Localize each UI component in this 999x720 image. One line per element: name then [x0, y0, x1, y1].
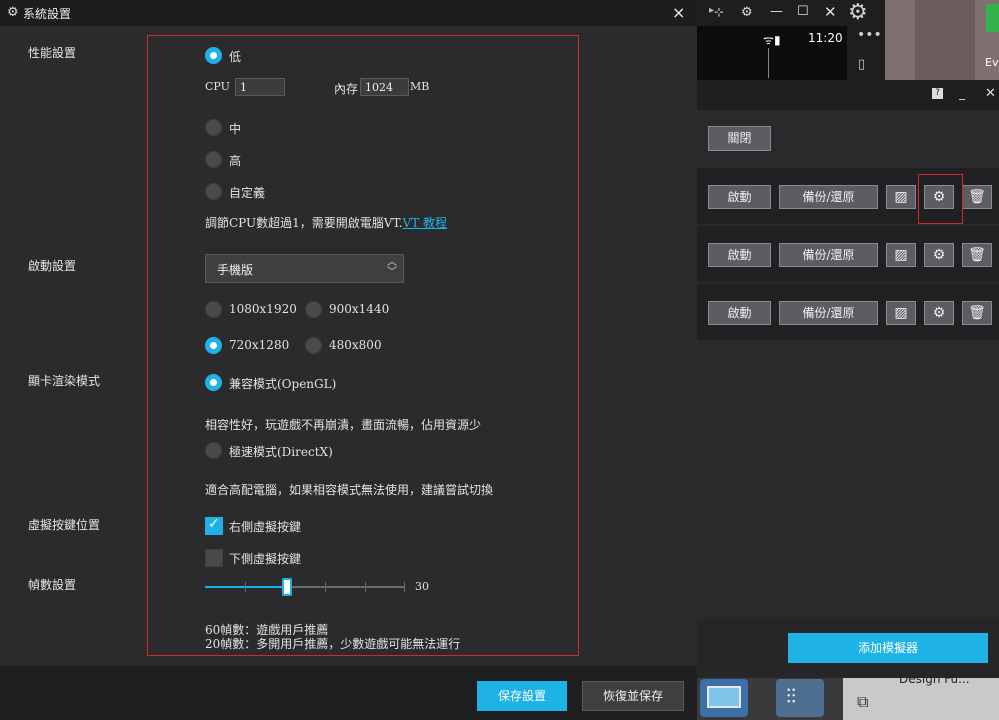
vt-tutorial-link[interactable]: VT 教程: [403, 216, 448, 230]
taskbar-text: Design Fu...: [899, 672, 970, 686]
close-icon[interactable]: ✕: [985, 86, 996, 101]
render-label: 顯卡渲染模式: [28, 374, 101, 388]
backup-restore-button[interactable]: 備份/還原: [779, 243, 878, 267]
perf-label-high: 高: [229, 154, 242, 168]
minimize-icon[interactable]: —: [770, 4, 783, 19]
res-radio-480[interactable]: [305, 337, 322, 354]
wifi-icon: ᯤ▮: [763, 33, 781, 47]
maximize-icon[interactable]: ☐: [797, 4, 809, 19]
title-bar: ⚙ 系統設置 ×: [0, 0, 697, 26]
device-select-value: 手機版: [217, 263, 254, 277]
res-radio-1080[interactable]: [205, 301, 222, 318]
device-select[interactable]: 手機版 ︿ ﹀: [205, 254, 404, 283]
slider-tick: [325, 582, 326, 592]
perf-label-low: 低: [229, 50, 242, 64]
start-button[interactable]: 啟動: [708, 243, 771, 267]
start-button[interactable]: 啟動: [708, 185, 771, 209]
pin-icon[interactable]: ⊹: [714, 5, 724, 19]
performance-label: 性能設置: [28, 46, 77, 60]
manager-toolbar: [697, 80, 999, 110]
vt-hint: 調節CPU數超過1，需要開啟電腦VT.VT 教程: [205, 214, 447, 231]
backup-restore-button[interactable]: 備份/還原: [779, 301, 878, 325]
image-icon[interactable]: ▨: [886, 185, 916, 209]
clock: 11:20: [808, 31, 843, 45]
close-button[interactable]: ×: [672, 3, 685, 22]
res-label-480: 480x800: [329, 338, 382, 352]
rotate-icon[interactable]: ▯: [858, 57, 865, 72]
res-label-720: 720x1280: [229, 338, 290, 352]
render-desc-speed: 適合高配電腦，如果相容模式無法使用，建議嘗試切換: [205, 483, 494, 497]
frame-note-20: 20幀數：多開用戶推薦，少數遊戲可能無法運行: [205, 637, 461, 651]
help-icon[interactable]: ?: [932, 88, 943, 99]
desktop-wallpaper: [885, 0, 999, 80]
render-label-speed: 極速模式(DirectX): [229, 445, 333, 459]
perf-radio-high[interactable]: [205, 151, 222, 168]
settings-gear-icon[interactable]: ⚙: [924, 243, 954, 267]
memory-input[interactable]: [360, 78, 409, 96]
render-label-compat: 兼容模式(OpenGL): [229, 377, 337, 391]
perf-radio-low[interactable]: [205, 47, 222, 64]
frame-value: 30: [415, 580, 429, 593]
more-icon[interactable]: •••: [857, 27, 882, 43]
memory-label: 內存: [334, 82, 359, 96]
save-button[interactable]: 保存設置: [477, 681, 567, 711]
res-label-1080: 1080x1920: [229, 302, 297, 316]
virtual-keys-label: 虛擬按鍵位置: [28, 518, 101, 532]
gear-icon: ⚙: [7, 5, 19, 20]
trash-icon[interactable]: 🗑: [962, 301, 992, 325]
window-title: 系統設置: [23, 7, 72, 21]
res-radio-900[interactable]: [305, 301, 322, 318]
res-label-900: 900x1440: [329, 302, 390, 316]
bottom-keys-label: 下側虛擬按鍵: [229, 552, 302, 566]
start-button[interactable]: 啟動: [708, 301, 771, 325]
sliders-icon: ⫶⫶: [786, 684, 796, 708]
close-emulator-button[interactable]: 關閉: [708, 126, 771, 151]
cpu-label: CPU: [205, 80, 230, 93]
frame-slider-fill: [205, 586, 287, 588]
gear-big-icon: ⚙: [848, 0, 868, 25]
image-icon[interactable]: ▨: [886, 243, 916, 267]
frame-rate-label: 幀數設置: [28, 578, 77, 592]
trash-icon[interactable]: 🗑: [962, 185, 992, 209]
picture-icon: [707, 686, 741, 708]
minimize-icon[interactable]: _: [959, 86, 965, 100]
trash-icon[interactable]: 🗑: [962, 243, 992, 267]
settings-gear-icon[interactable]: ⚙: [741, 5, 753, 20]
backup-restore-button[interactable]: 備份/還原: [779, 185, 878, 209]
render-desc-compat: 相容性好，玩遊戲不再崩潰，畫面流暢，佔用資源少: [205, 418, 482, 432]
window-restore-icon[interactable]: ⧉: [857, 692, 868, 712]
res-radio-720[interactable]: [205, 337, 222, 354]
add-emulator-button[interactable]: 添加模擬器: [788, 633, 988, 663]
app-icon[interactable]: [986, 4, 999, 32]
startup-label: 啟動設置: [28, 259, 77, 273]
render-radio-speed[interactable]: [205, 442, 222, 459]
ev-label: Ev: [985, 56, 999, 69]
right-keys-label: 右側虛擬按鍵: [229, 520, 302, 534]
perf-label-custom: 自定義: [229, 186, 266, 200]
slider-tick: [245, 582, 246, 592]
divider: [768, 48, 769, 78]
bottom-keys-checkbox[interactable]: [205, 549, 223, 567]
slider-tick: [404, 582, 405, 592]
mixer-app-icon[interactable]: [776, 679, 824, 717]
settings-gear-icon[interactable]: ⚙: [924, 301, 954, 325]
perf-radio-mid[interactable]: [205, 119, 222, 136]
cpu-input[interactable]: [235, 78, 285, 96]
close-icon[interactable]: ✕: [824, 3, 837, 21]
perf-label-mid: 中: [229, 122, 242, 136]
restore-save-button[interactable]: 恢復並保存: [582, 681, 684, 711]
vt-hint-text: 調節CPU數超過1，需要開啟電腦VT.: [205, 216, 403, 230]
perf-radio-custom[interactable]: [205, 183, 222, 200]
memory-unit: MB: [410, 80, 430, 93]
render-radio-compat[interactable]: [205, 374, 222, 391]
chevron-updown-icon: ︿ ﹀: [387, 257, 397, 278]
highlight-box: [918, 174, 963, 224]
right-keys-checkbox[interactable]: [205, 516, 223, 535]
frame-slider-handle[interactable]: [282, 578, 292, 596]
slider-tick: [365, 582, 366, 592]
image-icon[interactable]: ▨: [886, 301, 916, 325]
